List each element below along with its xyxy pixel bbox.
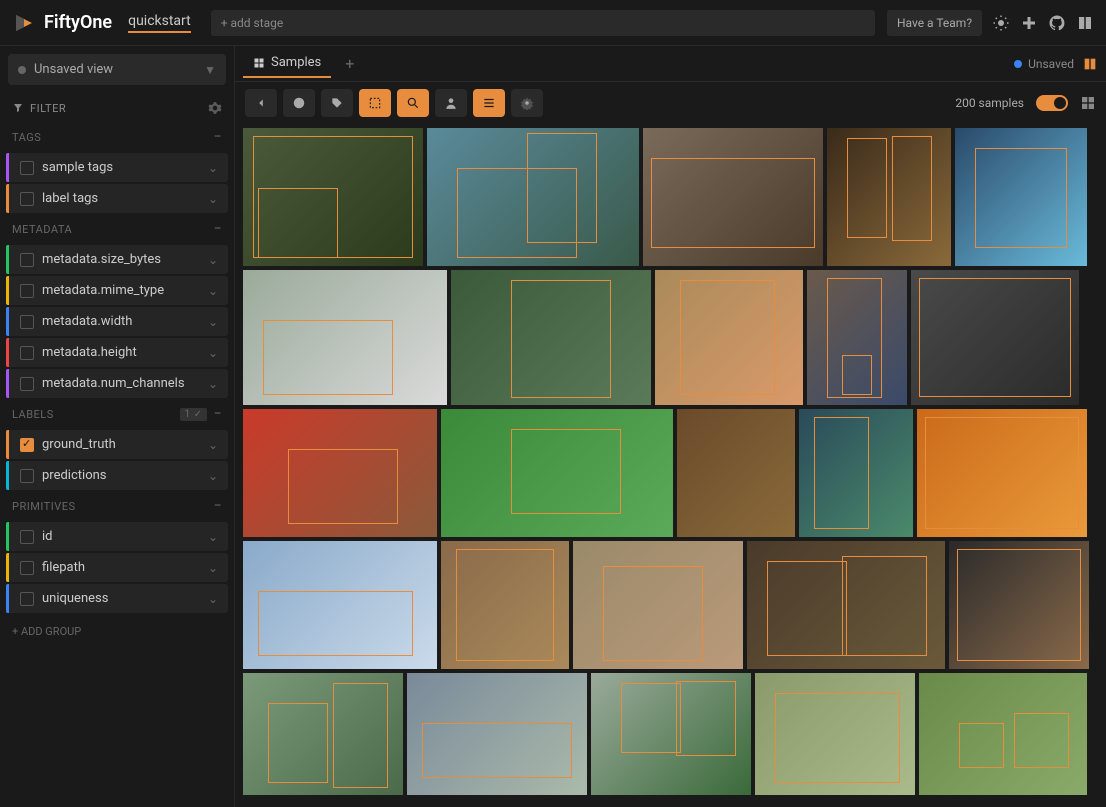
sample-thumbnail[interactable] — [655, 270, 803, 405]
sample-thumbnail[interactable] — [243, 409, 437, 537]
filter-predictions[interactable]: predictions⌄ — [6, 461, 228, 490]
sample-thumbnail[interactable] — [243, 128, 423, 266]
toggle-switch[interactable] — [1036, 95, 1068, 111]
filter-icon — [12, 102, 24, 114]
toolbar: 200 samples — [235, 82, 1106, 124]
filter-label-tags[interactable]: label tags⌄ — [6, 184, 228, 213]
team-button[interactable]: Have a Team? — [887, 10, 982, 36]
sample-thumbnail[interactable] — [917, 409, 1087, 537]
back-button[interactable] — [245, 89, 277, 117]
view-selector-label: Unsaved view — [34, 62, 113, 77]
select-button[interactable] — [359, 89, 391, 117]
unsaved-indicator: Unsaved — [1014, 57, 1074, 71]
sample-thumbnail[interactable] — [677, 409, 795, 537]
view-selector[interactable]: Unsaved view ▼ — [8, 54, 226, 85]
sample-thumbnail[interactable] — [799, 409, 913, 537]
filter-uniqueness[interactable]: uniqueness⌄ — [6, 584, 228, 613]
search-button[interactable] — [397, 89, 429, 117]
sample-thumbnail[interactable] — [643, 128, 823, 266]
filter-height[interactable]: metadata.height⌄ — [6, 338, 228, 367]
sample-count: 200 samples — [955, 96, 1024, 110]
sample-thumbnail[interactable] — [827, 128, 951, 266]
stage-bar: + add stage — [211, 10, 875, 36]
filter-header: FILTER — [0, 93, 234, 123]
filter-width[interactable]: metadata.width⌄ — [6, 307, 228, 336]
sample-thumbnail[interactable] — [591, 673, 751, 795]
top-right-controls: Have a Team? — [887, 10, 1094, 36]
filter-size-bytes[interactable]: metadata.size_bytes⌄ — [6, 245, 228, 274]
sample-thumbnail[interactable] — [755, 673, 915, 795]
sample-thumbnail[interactable] — [807, 270, 907, 405]
filter-ground-truth[interactable]: ground_truth⌄ — [6, 430, 228, 459]
sample-thumbnail[interactable] — [955, 128, 1087, 266]
person-button[interactable] — [435, 89, 467, 117]
main: Unsaved view ▼ FILTER TAGS− sample tags⌄… — [0, 46, 1106, 807]
docs-icon[interactable] — [1076, 14, 1094, 32]
sample-thumbnail[interactable] — [911, 270, 1079, 405]
gear-icon[interactable] — [208, 101, 222, 115]
content: Samples + Unsaved 200 samples — [235, 46, 1106, 807]
logo-icon — [12, 11, 36, 35]
dataset-name[interactable]: quickstart — [128, 13, 191, 33]
brand-text: FiftyOne — [44, 12, 112, 33]
section-labels[interactable]: LABELS1 ✓− — [0, 400, 234, 428]
grid-view-icon[interactable] — [1080, 95, 1096, 111]
sample-thumbnail[interactable] — [407, 673, 587, 795]
topbar: FiftyOne quickstart + add stage Have a T… — [0, 0, 1106, 46]
filter-label: FILTER — [30, 102, 66, 115]
filter-sample-tags[interactable]: sample tags⌄ — [6, 153, 228, 182]
brightness-icon[interactable] — [992, 14, 1010, 32]
bookmark-icon[interactable] — [1082, 56, 1098, 72]
filter-filepath[interactable]: filepath⌄ — [6, 553, 228, 582]
tag-button[interactable] — [321, 89, 353, 117]
filter-mime-type[interactable]: metadata.mime_type⌄ — [6, 276, 228, 305]
logo[interactable]: FiftyOne — [12, 11, 112, 35]
palette-button[interactable] — [283, 89, 315, 117]
tabs: Samples + Unsaved — [235, 46, 1106, 82]
sample-thumbnail[interactable] — [451, 270, 651, 405]
sample-thumbnail[interactable] — [573, 541, 743, 669]
tab-add-button[interactable]: + — [335, 48, 364, 79]
sample-thumbnail[interactable] — [919, 673, 1087, 795]
sample-thumbnail[interactable] — [747, 541, 945, 669]
sample-thumbnail[interactable] — [427, 128, 639, 266]
section-tags[interactable]: TAGS− — [0, 123, 234, 151]
grid-icon — [253, 57, 265, 69]
add-group-button[interactable]: + ADD GROUP — [0, 615, 234, 648]
sample-thumbnail[interactable] — [441, 409, 673, 537]
sample-thumbnail[interactable] — [243, 673, 403, 795]
slack-icon[interactable] — [1020, 14, 1038, 32]
section-metadata[interactable]: METADATA− — [0, 215, 234, 243]
sidebar: Unsaved view ▼ FILTER TAGS− sample tags⌄… — [0, 46, 235, 807]
add-stage-button[interactable]: + add stage — [211, 10, 875, 36]
sample-thumbnail[interactable] — [243, 270, 447, 405]
sample-thumbnail[interactable] — [243, 541, 437, 669]
sample-grid[interactable] — [235, 124, 1106, 807]
sample-thumbnail[interactable] — [441, 541, 569, 669]
settings-button[interactable] — [511, 89, 543, 117]
sample-thumbnail[interactable] — [949, 541, 1089, 669]
filter-num-channels[interactable]: metadata.num_channels⌄ — [6, 369, 228, 398]
list-button[interactable] — [473, 89, 505, 117]
filter-id[interactable]: id⌄ — [6, 522, 228, 551]
tab-samples[interactable]: Samples — [243, 49, 331, 78]
github-icon[interactable] — [1048, 14, 1066, 32]
chevron-down-icon: ▼ — [204, 63, 216, 77]
section-primitives[interactable]: PRIMITIVES− — [0, 492, 234, 520]
